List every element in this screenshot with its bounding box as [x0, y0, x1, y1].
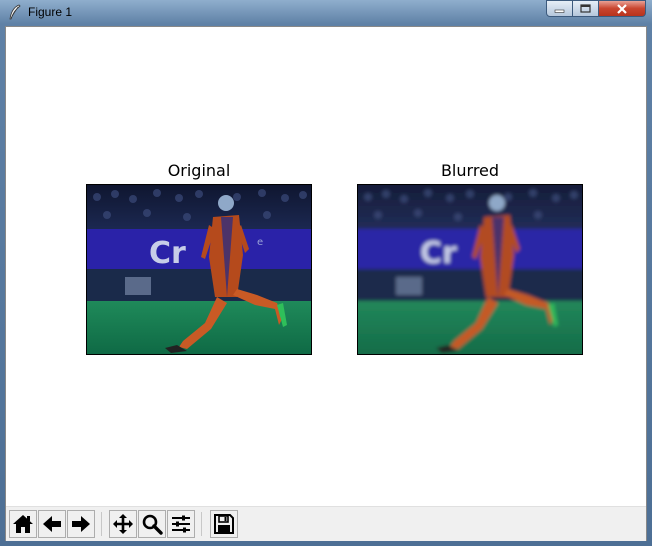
back-arrow-icon — [43, 516, 61, 532]
forward-arrow-icon — [72, 516, 90, 532]
figure-window: Figure 1 Original Cr e Blurred Cr — [0, 0, 652, 546]
close-button[interactable] — [599, 0, 646, 17]
svg-text:e: e — [257, 237, 263, 248]
home-button[interactable] — [9, 510, 37, 538]
pan-move-icon — [113, 514, 133, 534]
configure-subplots-button[interactable] — [167, 510, 195, 538]
axes-title-original: Original — [167, 161, 231, 180]
forward-button[interactable] — [67, 510, 95, 538]
minimize-icon — [554, 9, 565, 13]
photo-blurred: Cr — [358, 185, 582, 354]
navigation-toolbar — [6, 506, 646, 541]
back-button[interactable] — [38, 510, 66, 538]
svg-text:Cr: Cr — [149, 236, 186, 271]
photo-original: Cr e — [87, 185, 311, 354]
close-icon — [617, 3, 627, 14]
title-bar[interactable]: Figure 1 — [0, 0, 652, 24]
svg-text:Cr: Cr — [420, 236, 457, 271]
home-icon — [13, 515, 33, 533]
maximize-button[interactable] — [573, 0, 599, 17]
maximize-icon — [580, 4, 591, 13]
feather-icon — [9, 4, 21, 20]
save-floppy-icon — [214, 514, 234, 534]
zoom-button[interactable] — [138, 510, 166, 538]
figure-canvas[interactable]: Original Cr e Blurred Cr — [5, 26, 647, 541]
configure-subplots-icon — [172, 515, 190, 533]
save-button[interactable] — [210, 510, 238, 538]
image-axes-original[interactable]: Cr e — [86, 184, 312, 355]
toolbar-separator — [101, 512, 102, 536]
image-axes-blurred[interactable]: Cr — [357, 184, 583, 355]
axes-title-blurred: Blurred — [440, 161, 500, 180]
minimize-button[interactable] — [546, 0, 573, 17]
zoom-magnifier-icon — [142, 514, 163, 535]
window-title: Figure 1 — [28, 5, 73, 19]
window-controls — [546, 0, 646, 18]
pan-button[interactable] — [109, 510, 137, 538]
toolbar-separator — [201, 512, 202, 536]
